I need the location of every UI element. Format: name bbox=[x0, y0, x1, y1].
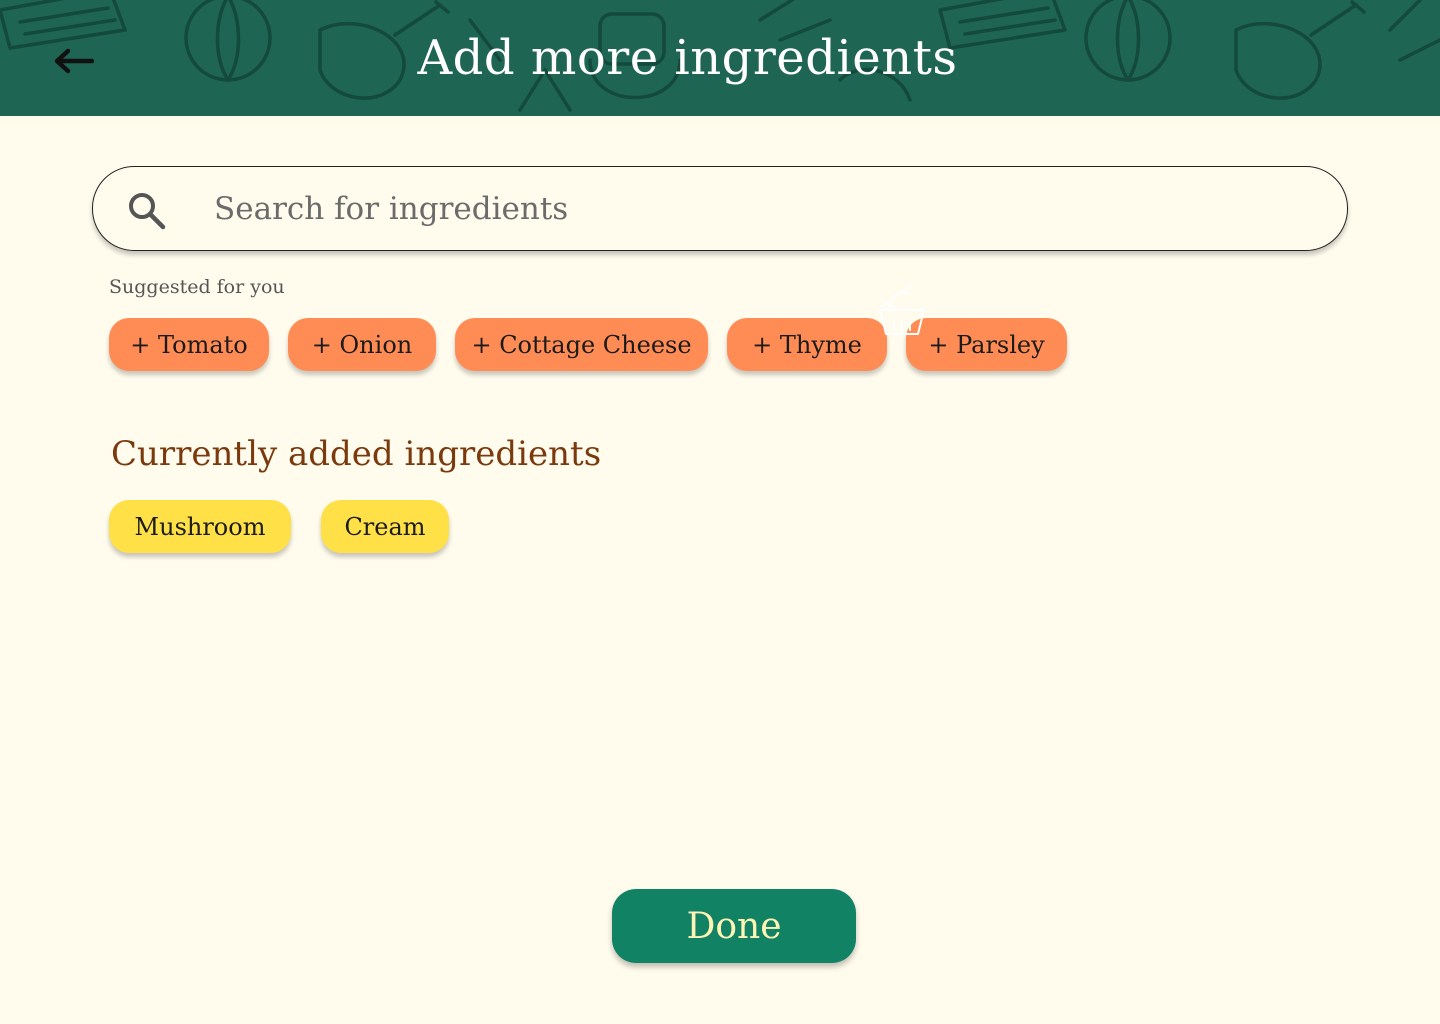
search-icon bbox=[129, 193, 166, 230]
suggestion-chip-tomato[interactable]: + Tomato bbox=[109, 318, 269, 371]
app-screen: Add more ingredients Suggested for you +… bbox=[0, 0, 1440, 1024]
header-bar: Add more ingredients bbox=[0, 0, 1440, 116]
suggestion-chip-cottage-cheese[interactable]: + Cottage Cheese bbox=[455, 318, 708, 371]
chip-label: + Thyme bbox=[752, 330, 862, 359]
suggestion-chip-onion[interactable]: + Onion bbox=[288, 318, 436, 371]
chip-label: + Tomato bbox=[130, 330, 248, 359]
done-button[interactable]: Done bbox=[612, 889, 856, 963]
page-title: Add more ingredients bbox=[417, 30, 958, 86]
basket-icon bbox=[879, 285, 925, 335]
chip-label: Mushroom bbox=[134, 512, 266, 541]
chip-label: Cream bbox=[344, 512, 426, 541]
chip-label: + Onion bbox=[311, 330, 413, 359]
search-input[interactable] bbox=[212, 182, 1316, 236]
current-ingredients-heading: Currently added ingredients bbox=[111, 434, 602, 474]
chip-label: + Parsley bbox=[928, 330, 1045, 359]
suggested-label: Suggested for you bbox=[109, 276, 285, 298]
suggestion-chip-thyme[interactable]: + Thyme bbox=[727, 318, 887, 371]
added-chip-cream[interactable]: Cream bbox=[321, 500, 449, 553]
added-chip-mushroom[interactable]: Mushroom bbox=[109, 500, 291, 553]
chip-label: + Cottage Cheese bbox=[471, 330, 692, 359]
suggestion-chip-parsley[interactable]: + Parsley bbox=[906, 318, 1067, 371]
